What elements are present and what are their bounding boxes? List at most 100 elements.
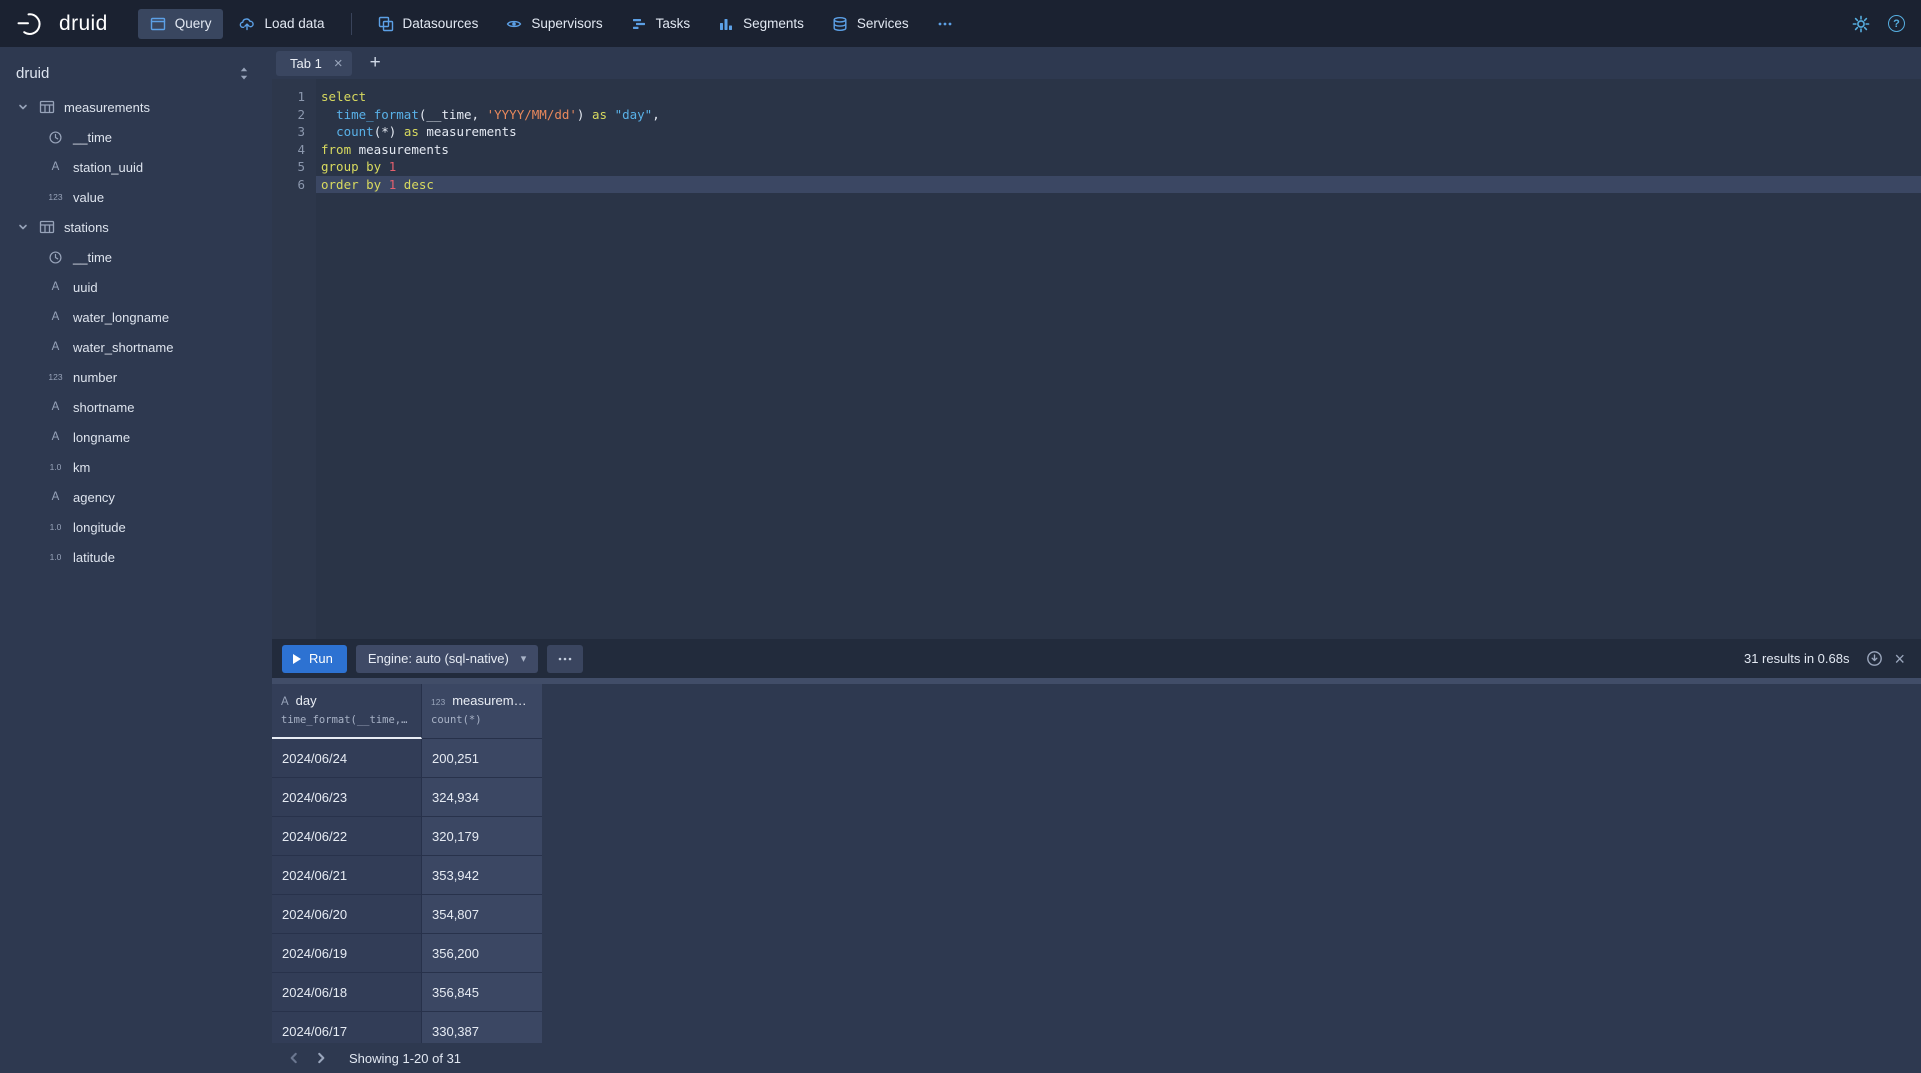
query-main: Tab 1 × + 1 2 3 4 5 6 select time_format…: [272, 47, 1921, 1073]
nav-query[interactable]: Query: [138, 9, 224, 39]
cell-measurements[interactable]: 330,387: [422, 1012, 542, 1043]
tree-column[interactable]: A water_shortname: [0, 332, 272, 362]
schema-tree: measurements __time A station_uuid 123 v…: [0, 92, 272, 572]
help-icon[interactable]: ?: [1888, 15, 1905, 32]
tree-column[interactable]: 1.0 longitude: [0, 512, 272, 542]
tab-bar: Tab 1 × +: [272, 47, 1921, 79]
cell-measurements[interactable]: 353,942: [422, 856, 542, 895]
tree-column[interactable]: A station_uuid: [0, 152, 272, 182]
string-type-icon: A: [47, 431, 64, 443]
column-header-day[interactable]: A day time_format(__time, …: [272, 684, 422, 739]
code-line: time_format(__time, 'YYYY/MM/dd') as "da…: [316, 106, 1921, 124]
tree-column[interactable]: __time: [0, 122, 272, 152]
cell-measurements[interactable]: 354,807: [422, 895, 542, 934]
string-type-icon: A: [47, 311, 64, 323]
nav-tasks[interactable]: Tasks: [619, 9, 703, 39]
table-row: 2024/06/22 320,179: [272, 817, 1921, 856]
cell-day[interactable]: 2024/06/20: [272, 895, 422, 934]
druid-logo-icon: [16, 11, 50, 37]
table-icon: [38, 219, 55, 235]
string-type-icon: A: [47, 341, 64, 353]
cell-day[interactable]: 2024/06/19: [272, 934, 422, 973]
cloud-upload-icon: [239, 16, 255, 32]
results-panel: A day time_format(__time, … 123 measurem…: [272, 684, 1921, 1043]
add-tab-button[interactable]: +: [360, 52, 391, 74]
run-button[interactable]: Run: [282, 645, 347, 673]
string-type-icon: A: [47, 281, 64, 293]
top-navbar: druid Query Load data: [0, 0, 1921, 47]
tree-column[interactable]: A shortname: [0, 392, 272, 422]
prev-page-button[interactable]: [280, 1046, 307, 1071]
tree-column[interactable]: A agency: [0, 482, 272, 512]
bar-chart-icon: [718, 16, 734, 32]
download-icon[interactable]: [1866, 650, 1883, 667]
pagination-text: Showing 1-20 of 31: [349, 1051, 461, 1066]
cell-day[interactable]: 2024/06/23: [272, 778, 422, 817]
content-area: druid measurements: [0, 47, 1921, 1073]
editor-gutter: 1 2 3 4 5 6: [272, 79, 316, 639]
cell-day[interactable]: 2024/06/22: [272, 817, 422, 856]
nav-more[interactable]: [925, 9, 965, 39]
schema-title: druid: [16, 65, 49, 82]
table-row: 2024/06/24 200,251: [272, 739, 1921, 778]
gantt-icon: [631, 16, 647, 32]
cell-day[interactable]: 2024/06/17: [272, 1012, 422, 1043]
nav-divider: [351, 13, 352, 35]
tree-column[interactable]: 123 number: [0, 362, 272, 392]
cell-measurements[interactable]: 356,200: [422, 934, 542, 973]
chevron-down-icon: [18, 102, 29, 112]
nav-segments[interactable]: Segments: [706, 9, 816, 39]
sql-editor[interactable]: 1 2 3 4 5 6 select time_format(__time, '…: [272, 79, 1921, 639]
tree-table-stations[interactable]: stations: [0, 212, 272, 242]
nav-load-data[interactable]: Load data: [227, 9, 336, 39]
double-caret-icon[interactable]: [238, 66, 250, 81]
cell-measurements[interactable]: 320,179: [422, 817, 542, 856]
tree-column[interactable]: 1.0 latitude: [0, 542, 272, 572]
nav-services[interactable]: Services: [820, 9, 921, 39]
close-tab-icon[interactable]: ×: [334, 56, 343, 71]
cell-measurements[interactable]: 324,934: [422, 778, 542, 817]
cell-day[interactable]: 2024/06/24: [272, 739, 422, 778]
table-row: 2024/06/19 356,200: [272, 934, 1921, 973]
code-line: from measurements: [316, 141, 1921, 159]
cell-measurements[interactable]: 200,251: [422, 739, 542, 778]
close-results-icon[interactable]: ×: [1892, 650, 1907, 668]
nav-supervisors[interactable]: Supervisors: [494, 9, 614, 39]
tab-1[interactable]: Tab 1 ×: [276, 51, 352, 76]
tree-column[interactable]: __time: [0, 242, 272, 272]
tree-table-measurements[interactable]: measurements: [0, 92, 272, 122]
code-line: count(*) as measurements: [316, 123, 1921, 141]
editor-code[interactable]: select time_format(__time, 'YYYY/MM/dd')…: [316, 79, 1921, 639]
float-type-icon: 1.0: [47, 552, 64, 562]
druid-logo[interactable]: druid: [16, 11, 108, 37]
run-bar: Run Engine: auto (sql-native) ▾ 31 resul…: [272, 639, 1921, 678]
schema-sidebar: druid measurements: [0, 47, 272, 1073]
tree-column[interactable]: 1.0 km: [0, 452, 272, 482]
cell-day[interactable]: 2024/06/18: [272, 973, 422, 1012]
navbar-right: ?: [1852, 15, 1905, 33]
clock-icon: [47, 130, 64, 145]
more-icon: [937, 16, 953, 32]
float-type-icon: 1.0: [47, 522, 64, 532]
settings-gear-icon[interactable]: [1852, 15, 1870, 33]
clock-icon: [47, 250, 64, 265]
column-header-measurements[interactable]: 123 measurements count(*): [422, 684, 542, 739]
tree-column[interactable]: A longname: [0, 422, 272, 452]
next-page-button[interactable]: [307, 1046, 334, 1071]
code-line: group by 1: [316, 158, 1921, 176]
engine-select-button[interactable]: Engine: auto (sql-native) ▾: [356, 645, 538, 673]
druid-console: druid Query Load data: [0, 0, 1921, 1073]
tree-column[interactable]: A water_longname: [0, 302, 272, 332]
nav-datasources[interactable]: Datasources: [366, 9, 491, 39]
tree-column[interactable]: A uuid: [0, 272, 272, 302]
more-icon: [557, 651, 573, 667]
results-header: A day time_format(__time, … 123 measurem…: [272, 684, 1921, 739]
cell-measurements[interactable]: 356,845: [422, 973, 542, 1012]
schema-header[interactable]: druid: [0, 59, 272, 92]
column-expression: count(*): [431, 714, 533, 726]
tree-column[interactable]: 123 value: [0, 182, 272, 212]
results-summary: 31 results in 0.68s: [1744, 651, 1850, 666]
query-more-button[interactable]: [547, 645, 583, 673]
cell-day[interactable]: 2024/06/21: [272, 856, 422, 895]
table-row: 2024/06/20 354,807: [272, 895, 1921, 934]
